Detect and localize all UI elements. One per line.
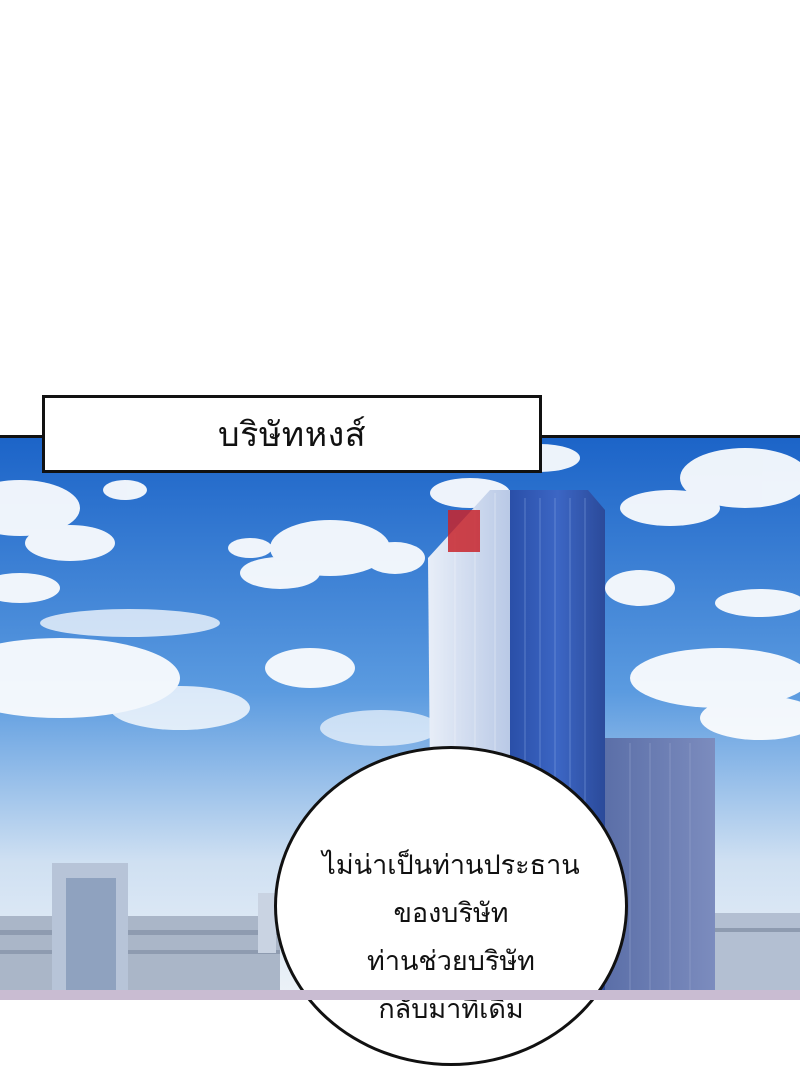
speech-bubble-text: ไม่น่าเป็นท่านประธาน ของบริษัท ท่านช่วยบ…	[274, 842, 628, 1034]
speech-line: ไม่น่าเป็นท่านประธาน	[322, 850, 580, 881]
next-panel-edge	[0, 990, 800, 1000]
speech-line: ของบริษัท	[393, 898, 509, 929]
location-caption: บริษัทหงส์	[42, 395, 542, 473]
building-sign	[448, 510, 480, 552]
speech-line: ท่านช่วยบริษัท	[367, 946, 535, 977]
location-caption-text: บริษัทหงส์	[218, 415, 366, 455]
